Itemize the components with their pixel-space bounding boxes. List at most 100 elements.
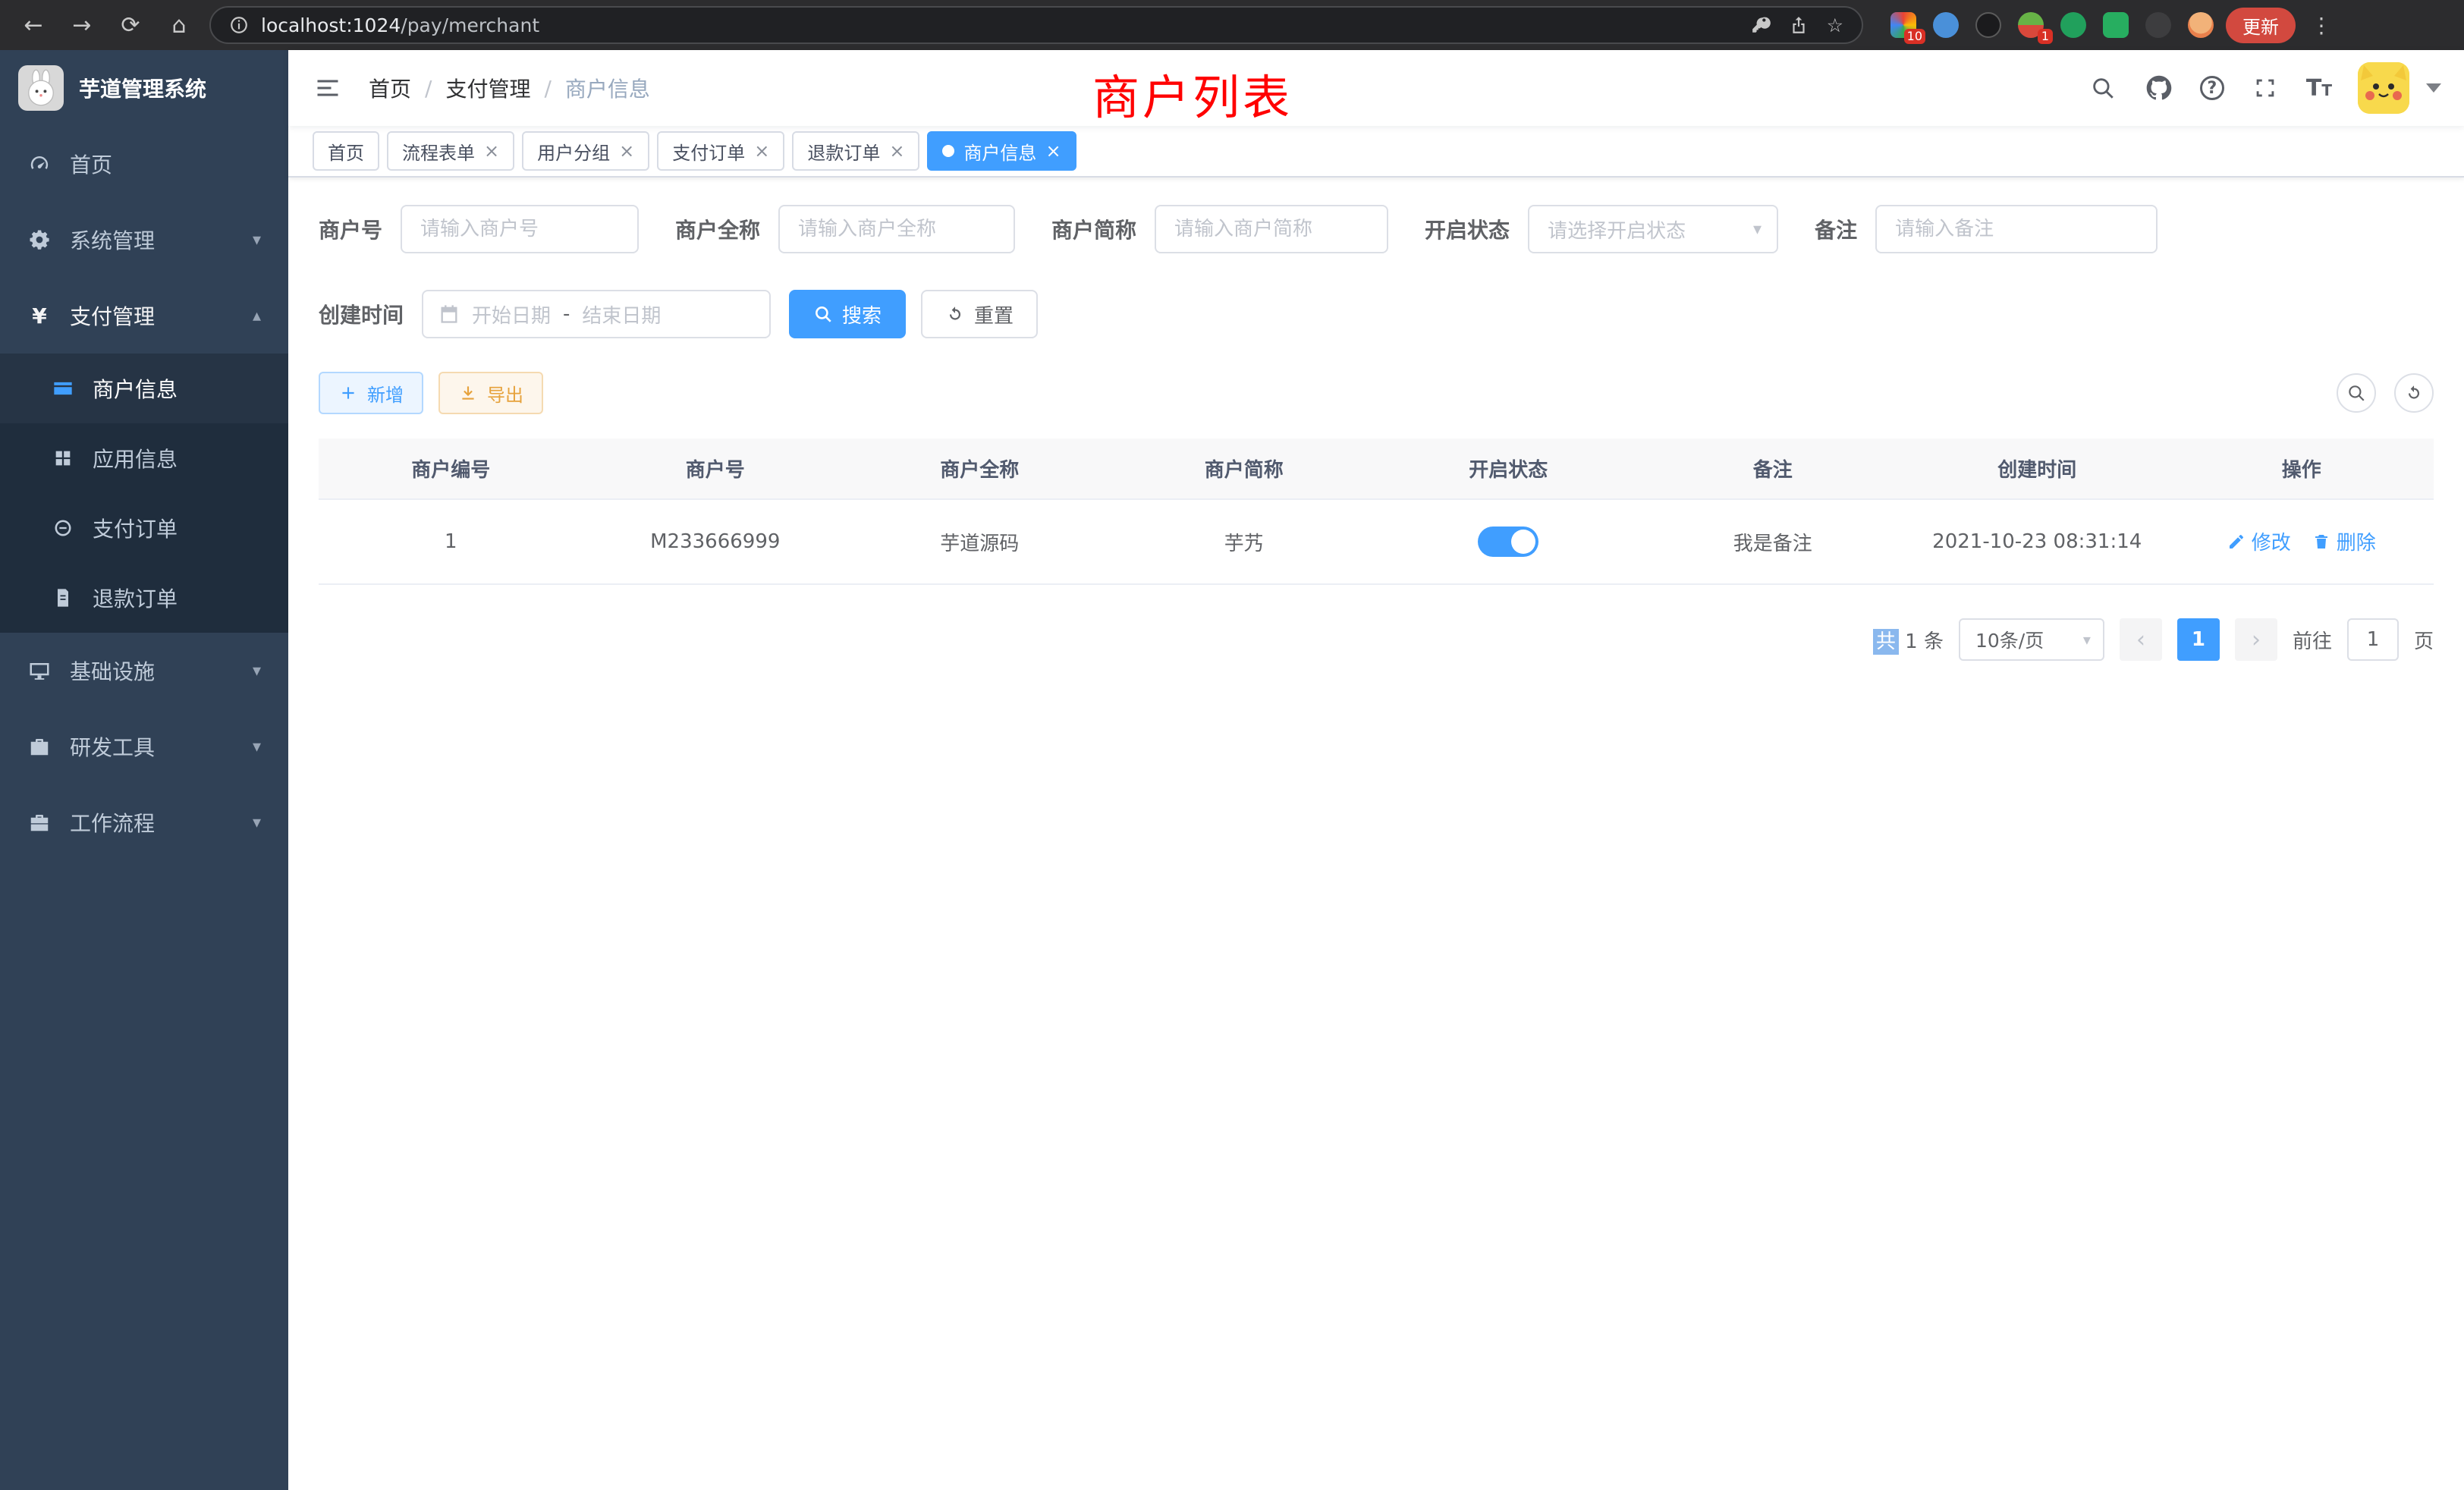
- bookmark-star-icon[interactable]: ☆: [1827, 14, 1843, 36]
- sidebar-item-label: 退款订单: [93, 583, 178, 613]
- breadcrumb-payment[interactable]: 支付管理: [445, 73, 530, 103]
- remark-input[interactable]: [1875, 205, 2158, 253]
- extension-icon-green-red[interactable]: 1: [2018, 12, 2044, 38]
- close-icon[interactable]: ×: [1045, 142, 1061, 160]
- status-toggle-on[interactable]: [1478, 527, 1538, 557]
- browser-update-button[interactable]: 更新: [2226, 8, 2296, 43]
- sidebar-item-label: 支付订单: [93, 513, 178, 543]
- chevron-up-icon: ▴: [253, 306, 261, 325]
- tab-refund-order[interactable]: 退款订单×: [792, 131, 919, 171]
- sidebar: 芋道管理系统 首页 系统管理 ▾ ¥: [0, 50, 288, 1490]
- close-icon[interactable]: ×: [619, 142, 634, 160]
- export-button[interactable]: 导出: [438, 372, 543, 414]
- dashboard-icon: [27, 152, 52, 176]
- refresh-table-button[interactable]: [2394, 373, 2434, 413]
- filter-row-2: 创建时间 开始日期 - 结束日期 搜索: [319, 290, 2434, 338]
- extension-icon-green-doc[interactable]: [2103, 12, 2129, 38]
- sidebar-item-pay-order[interactable]: 支付订单: [0, 493, 288, 563]
- url-text: localhost:1024/pay/merchant: [261, 14, 539, 36]
- tab-pay-order[interactable]: 支付订单×: [657, 131, 784, 171]
- font-size-icon[interactable]: TT: [2306, 75, 2332, 102]
- chevron-down-icon: ▾: [1753, 220, 1762, 239]
- help-icon[interactable]: ?: [2200, 76, 2224, 100]
- toggle-search-button[interactable]: [2337, 373, 2376, 413]
- browser-forward-button[interactable]: →: [64, 7, 100, 43]
- user-avatar[interactable]: [2358, 62, 2409, 114]
- date-end-placeholder: 结束日期: [582, 300, 661, 328]
- github-icon[interactable]: [2144, 73, 2174, 103]
- search-button[interactable]: 搜索: [789, 290, 906, 338]
- reset-button[interactable]: 重置: [921, 290, 1038, 338]
- active-tab-dot: [942, 145, 954, 157]
- top-navbar: 首页 / 支付管理 / 商户信息 商户列表 ?: [288, 50, 2464, 126]
- sidebar-item-label: 首页: [70, 149, 112, 179]
- sidebar-item-dev-tools[interactable]: 研发工具 ▾: [0, 709, 288, 784]
- table-row: 1 M233666999 芋道源码 芋艿 我是备注 2021-10-23 08:…: [319, 499, 2434, 584]
- status-select-placeholder: 请选择开启状态: [1548, 215, 1686, 244]
- sidebar-item-workflow[interactable]: 工作流程 ▾: [0, 784, 288, 860]
- tab-home[interactable]: 首页: [313, 131, 379, 171]
- create-time-range-picker[interactable]: 开始日期 - 结束日期: [422, 290, 771, 338]
- tab-label: 流程表单: [402, 138, 475, 165]
- page-size-select[interactable]: 10条/页 ▾: [1959, 618, 2104, 661]
- sidebar-item-system[interactable]: 系统管理 ▾: [0, 202, 288, 278]
- short-name-input[interactable]: [1155, 205, 1388, 253]
- sidebar-item-merchant-info[interactable]: 商户信息: [0, 354, 288, 423]
- briefcase-icon: [27, 810, 52, 835]
- gear-icon: [27, 228, 52, 252]
- sidebar-item-application-info[interactable]: 应用信息: [0, 423, 288, 493]
- browser-home-button[interactable]: ⌂: [161, 7, 197, 43]
- fullscreen-icon[interactable]: [2250, 73, 2280, 103]
- browser-profile-avatar[interactable]: [2188, 12, 2214, 38]
- search-icon[interactable]: [2088, 73, 2118, 103]
- extension-icon-puzzle[interactable]: [2145, 12, 2171, 38]
- merchant-table: 商户编号 商户号 商户全称 商户简称 开启状态 备注 创建时间 操作 1: [319, 439, 2434, 585]
- browser-reload-button[interactable]: ⟳: [112, 7, 149, 43]
- pencil-icon: [2227, 533, 2246, 551]
- browser-back-button[interactable]: ←: [15, 7, 52, 43]
- sidebar-item-refund-order[interactable]: 退款订单: [0, 563, 288, 633]
- page-unit-label: 页: [2414, 626, 2434, 654]
- tab-merchant-info-active[interactable]: 商户信息×: [927, 131, 1076, 171]
- app-logo[interactable]: 芋道管理系统: [0, 50, 288, 126]
- close-icon[interactable]: ×: [484, 142, 499, 160]
- page-1-button[interactable]: 1: [2177, 618, 2220, 661]
- tab-process-form[interactable]: 流程表单 ×: [387, 131, 514, 171]
- chevron-down-icon: ▾: [253, 231, 261, 250]
- prev-page-button[interactable]: ‹: [2120, 618, 2162, 661]
- share-icon[interactable]: [1789, 15, 1809, 35]
- logo-rabbit-icon: [18, 65, 64, 111]
- coin-icon: [52, 517, 74, 539]
- extension-icon-green-circle[interactable]: [2060, 12, 2086, 38]
- close-icon[interactable]: ×: [754, 142, 769, 160]
- next-page-button[interactable]: ›: [2235, 618, 2277, 661]
- sidebar-item-home[interactable]: 首页: [0, 126, 288, 202]
- tab-label: 用户分组: [537, 138, 610, 165]
- refresh-icon: [945, 304, 965, 324]
- sidebar-item-infrastructure[interactable]: 基础设施 ▾: [0, 633, 288, 709]
- address-bar[interactable]: localhost:1024/pay/merchant ☆: [209, 6, 1863, 44]
- sidebar-item-label: 支付管理: [70, 300, 155, 331]
- full-name-input[interactable]: [778, 205, 1015, 253]
- full-name-label: 商户全称: [675, 214, 760, 244]
- edit-link[interactable]: 修改: [2227, 527, 2291, 555]
- tab-user-group[interactable]: 用户分组 ×: [522, 131, 649, 171]
- extension-icon-blue[interactable]: [1933, 12, 1959, 38]
- add-button[interactable]: 新增: [319, 372, 423, 414]
- hamburger-icon[interactable]: [311, 71, 344, 105]
- browser-menu-icon[interactable]: ⋮: [2308, 13, 2335, 38]
- site-info-icon[interactable]: [229, 15, 249, 35]
- status-select[interactable]: 请选择开启状态 ▾: [1528, 205, 1778, 253]
- delete-link[interactable]: 删除: [2312, 527, 2376, 555]
- close-icon[interactable]: ×: [889, 142, 904, 160]
- extension-icon-colorful[interactable]: 10: [1890, 12, 1916, 38]
- breadcrumb-home[interactable]: 首页: [369, 73, 411, 103]
- sidebar-item-payment[interactable]: ¥ 支付管理 ▴: [0, 278, 288, 354]
- merchant-no-input[interactable]: [401, 205, 639, 253]
- extension-icon-dark[interactable]: [1975, 12, 2001, 38]
- goto-page-input[interactable]: [2347, 618, 2399, 661]
- total-count: 1: [1905, 630, 1918, 653]
- avatar-caret-icon[interactable]: [2426, 83, 2441, 93]
- password-key-icon[interactable]: [1751, 15, 1771, 35]
- col-merchant-index: 商户编号: [319, 439, 583, 499]
